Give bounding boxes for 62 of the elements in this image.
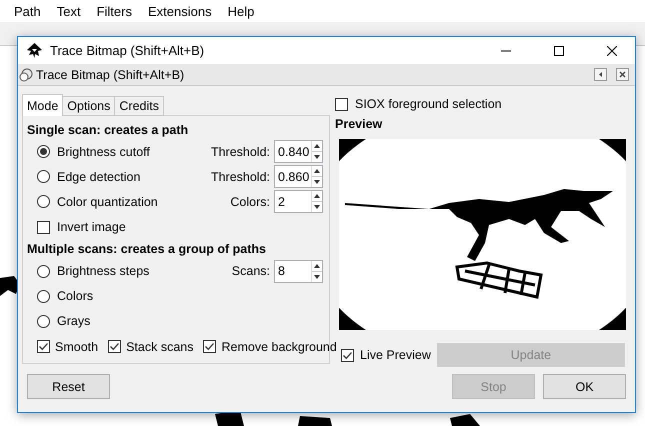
option-label: Edge detection [57, 170, 142, 184]
spin-field[interactable]: 0.840 [274, 140, 323, 164]
field-label: Scans: [232, 264, 270, 278]
tab[interactable]: Options [62, 96, 116, 116]
checkbox-label: Remove background [221, 340, 337, 354]
option-label: Grays [57, 314, 92, 328]
tab[interactable]: Credits [114, 96, 164, 116]
tab[interactable]: Mode [22, 94, 64, 116]
field-label: Colors: [230, 194, 270, 209]
checkbox-label: Stack scans [126, 340, 194, 354]
ink-shape [298, 416, 332, 426]
menu-item[interactable]: Filters [96, 4, 132, 18]
ink-shape [0, 276, 20, 296]
checkbox-label: Live Preview [360, 348, 431, 362]
radio-button[interactable] [37, 195, 50, 208]
spin-arrows-icon[interactable] [311, 191, 322, 212]
radio-button[interactable] [37, 264, 50, 278]
radio-button[interactable] [37, 145, 50, 158]
menu-item[interactable]: Help [228, 4, 254, 18]
window-title: Trace Bitmap (Shift+Alt+B) [50, 43, 206, 58]
section-heading: Multiple scans: creates a group of paths [27, 241, 267, 258]
menu-item[interactable]: Path [14, 4, 41, 18]
spin-field[interactable]: 8 [274, 260, 323, 283]
close-icon [607, 46, 617, 56]
close-button[interactable] [616, 68, 629, 81]
radio-button[interactable] [37, 170, 50, 184]
checkbox[interactable] [335, 98, 348, 110]
radio-button[interactable] [37, 314, 50, 328]
option-label: Brightness cutoff [57, 144, 151, 159]
trace-icon [19, 68, 33, 82]
reset-button[interactable]: Reset [27, 374, 110, 399]
checkbox[interactable] [37, 220, 50, 234]
left-triangle-icon [597, 71, 604, 78]
maximize-icon [554, 46, 564, 56]
option-label: Colors [57, 289, 94, 304]
spin-arrows-icon[interactable] [311, 141, 322, 162]
checkbox-label: SIOX foreground selection [355, 97, 502, 111]
section-heading: Preview [335, 116, 384, 133]
checkbox-label: Smooth [55, 340, 98, 354]
option-label: Brightness steps [57, 264, 150, 278]
spin-arrows-icon[interactable] [311, 166, 322, 188]
ink-shape [215, 410, 244, 426]
spin-field[interactable]: 0.860 [274, 165, 323, 188]
checkbox[interactable] [341, 348, 354, 362]
field-label: Threshold: [210, 144, 270, 159]
checkbox[interactable] [203, 340, 216, 354]
dialog-button[interactable]: OK [543, 374, 626, 399]
spin-arrows-icon[interactable] [311, 260, 322, 282]
checkbox[interactable] [37, 340, 50, 354]
close-icon [619, 71, 626, 78]
menu-item[interactable]: Text [56, 4, 81, 18]
radio-button[interactable] [37, 290, 50, 303]
checkbox-label: Invert image [57, 220, 127, 234]
menu-item[interactable]: Extensions [148, 4, 212, 18]
collapse-button[interactable] [594, 68, 607, 81]
option-label: Color quantization [57, 194, 159, 209]
spin-field[interactable]: 2 [274, 190, 323, 214]
panel-title: Trace Bitmap (Shift+Alt+B) [36, 68, 186, 82]
field-label: Threshold: [210, 170, 270, 184]
checkbox[interactable] [108, 340, 122, 354]
section-heading: Single scan: creates a path [27, 122, 190, 139]
app-logo-icon [26, 42, 43, 59]
